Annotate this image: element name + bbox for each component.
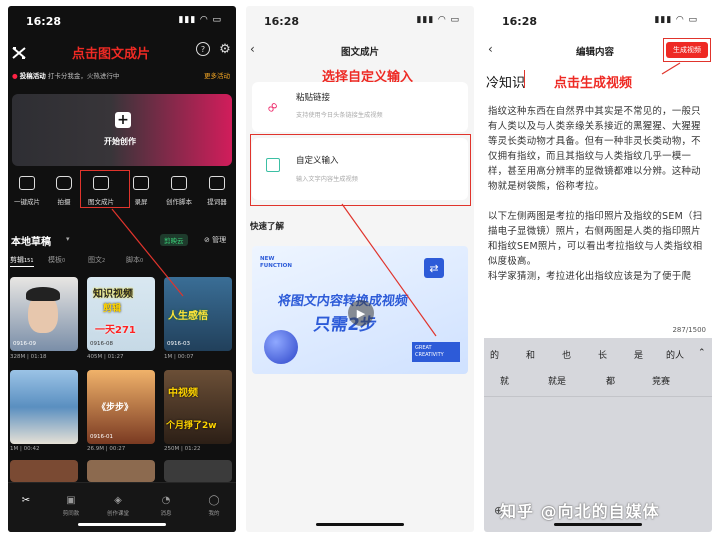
graduation-cap-icon: ◈ [114, 495, 122, 506]
nav-profile[interactable]: ◯ 我的 [194, 495, 234, 517]
home-indicator [554, 523, 642, 526]
template-icon: ▣ [66, 495, 76, 506]
scissors-icon: ✂ [21, 495, 31, 506]
nav-templates[interactable]: ▣ 剪同款 [51, 495, 91, 517]
annotation-arrow-line [8, 6, 236, 532]
profile-icon: ◯ [208, 495, 220, 506]
annotation-arrow-line [246, 6, 474, 532]
annotation-arrow-line [484, 6, 712, 532]
nav-label: 消息 [160, 511, 172, 517]
nav-course[interactable]: ◈ 创作课堂 [98, 495, 138, 517]
phone-capcut-home: 16:28 ▮▮▮ ◠ ▭ 点击图文成片 ? ⚙ ● 投稿活动 打卡分我金，火热… [8, 6, 236, 532]
bell-icon: ◔ [161, 495, 171, 506]
phone-image-text: 16:28 ▮▮▮ ◠ ▭ ‹ 图文成片 选择自定义输入 ∞ 粘贴链接 支持使用… [246, 6, 474, 532]
phone-edit-content: 16:28 ▮▮▮ ◠ ▭ ‹ 编辑内容 生成视频 冷知识 点击生成视频 指纹这… [484, 6, 712, 532]
nav-messages[interactable]: ◔ 消息 [146, 495, 186, 517]
zhihu-watermark: 知乎 @向北的自媒体 [500, 502, 660, 521]
nav-label: 我的 [208, 511, 220, 517]
nav-label: 剪同款 [62, 511, 80, 517]
home-indicator [316, 523, 404, 526]
home-indicator [78, 523, 166, 526]
nav-edit[interactable]: ✂剪辑 [8, 495, 46, 509]
nav-label: 创作课堂 [106, 511, 129, 517]
